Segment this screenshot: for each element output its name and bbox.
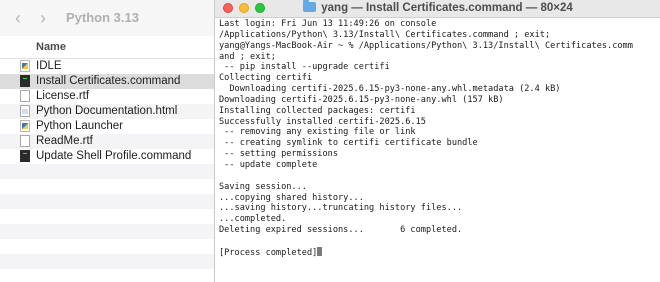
- terminal-titlebar[interactable]: yang — Install Certificates.command — 80…: [215, 0, 660, 18]
- process-completed-text: [Process completed]: [219, 247, 318, 258]
- terminal-line: Installing collected packages: certifi: [219, 105, 416, 116]
- terminal-line: Successfully installed certifi-2025.6.15: [219, 116, 426, 127]
- terminal-output[interactable]: Last login: Fri Jun 13 11:49:26 on conso…: [219, 19, 657, 279]
- terminal-line: Last login: Fri Jun 13 11:49:26 on conso…: [219, 19, 437, 29]
- terminal-line: Downloading certifi-2025.6.15-py3-none-a…: [219, 94, 504, 105]
- finder-title: Python 3.13: [66, 10, 139, 25]
- empty-row: [0, 254, 214, 269]
- file-name: IDLE: [36, 60, 62, 72]
- html-document-icon: [20, 105, 30, 117]
- terminal-line: -- removing any existing file or link: [219, 127, 416, 138]
- file-row-python-launcher[interactable]: Python Launcher: [0, 119, 214, 134]
- file-name: ReadMe.rtf: [36, 135, 93, 147]
- terminal-title-wrap: yang — Install Certificates.command — 80…: [215, 0, 660, 16]
- file-row-update-shell-profile[interactable]: Update Shell Profile.command: [0, 149, 214, 164]
- python-app-icon: [20, 60, 30, 72]
- terminal-last-line: [Process completed]: [219, 246, 657, 258]
- terminal-line: Saving session...: [219, 181, 307, 192]
- document-icon: [20, 90, 30, 102]
- terminal-line: -- update complete: [219, 159, 318, 170]
- column-header-name[interactable]: Name: [36, 41, 66, 53]
- terminal-script-icon: [20, 150, 30, 162]
- terminal-line: ...completed.: [219, 214, 287, 225]
- terminal-line: /Applications/Python\ 3.13/Install\ Cert…: [219, 29, 551, 40]
- chevron-right-icon[interactable]: ›: [40, 9, 46, 27]
- terminal-line: yang@Yangs-MacBook-Air ~ % /Applications…: [219, 40, 633, 51]
- empty-row: [0, 194, 214, 209]
- terminal-title: yang — Install Certificates.command — 80…: [321, 2, 573, 14]
- terminal-line: ...copying shared history...: [219, 192, 364, 203]
- terminal-window[interactable]: yang — Install Certificates.command — 80…: [214, 0, 660, 282]
- terminal-line: -- setting permissions: [219, 149, 338, 160]
- file-name: License.rtf: [36, 90, 90, 102]
- terminal-line: -- creating symlink to certifi certifica…: [219, 138, 478, 149]
- terminal-line: -- pip install --upgrade certifi: [219, 62, 390, 73]
- file-row-idle[interactable]: IDLE: [0, 59, 214, 74]
- terminal-line: Collecting certifi: [219, 73, 313, 84]
- document-icon: [20, 135, 30, 147]
- file-row-python-documentation[interactable]: Python Documentation.html: [0, 104, 214, 119]
- file-row-readme[interactable]: ReadMe.rtf: [0, 134, 214, 149]
- python-app-icon: [20, 120, 30, 132]
- terminal-line: Downloading certifi-2025.6.15-py3-none-a…: [219, 84, 561, 95]
- file-row-license[interactable]: License.rtf: [0, 89, 214, 104]
- file-name: Python Launcher: [36, 120, 123, 132]
- terminal-line: ...saving history...truncating history f…: [219, 203, 463, 214]
- terminal-cursor: [317, 246, 323, 256]
- file-name: Install Certificates.command: [36, 75, 181, 87]
- file-name: Python Documentation.html: [36, 105, 178, 117]
- terminal-line: and ; exit;: [219, 51, 276, 62]
- empty-row: [0, 164, 214, 179]
- chevron-left-icon[interactable]: ‹: [15, 9, 21, 27]
- terminal-line: Deleting expired sessions... 6 completed…: [219, 225, 463, 236]
- file-row-install-certificates[interactable]: Install Certificates.command: [0, 74, 214, 89]
- terminal-script-icon: [20, 75, 30, 87]
- folder-icon: [303, 0, 317, 12]
- empty-row: [0, 224, 214, 239]
- file-name: Update Shell Profile.command: [36, 150, 192, 162]
